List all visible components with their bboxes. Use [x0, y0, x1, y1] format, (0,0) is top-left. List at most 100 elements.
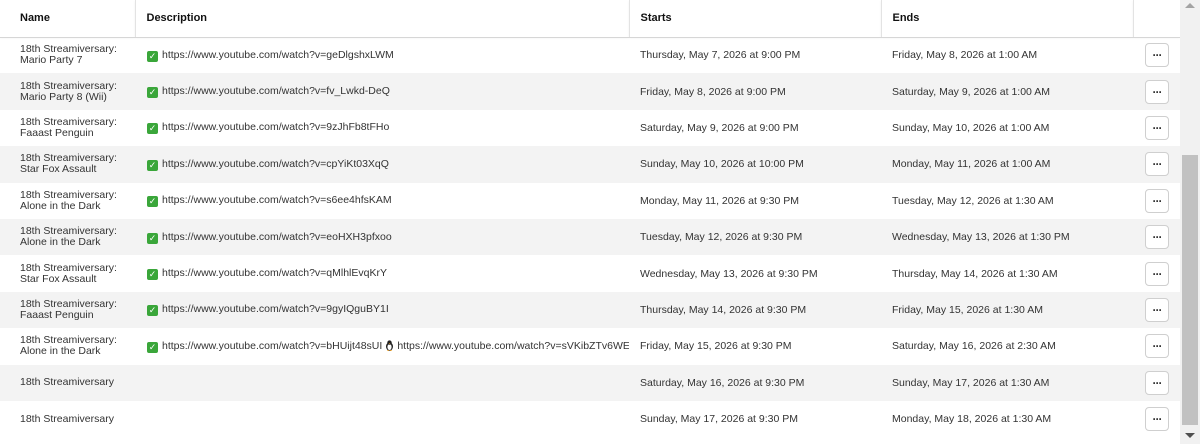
more-icon: ···: [1152, 120, 1163, 135]
cell-description: ✓ https://www.youtube.com/watch?v=9gyIQgu…: [135, 292, 629, 328]
cell-actions: ···: [1133, 146, 1180, 182]
description-link[interactable]: https://www.youtube.com/watch?v=qMlhlEvq…: [162, 267, 387, 279]
more-actions-button[interactable]: ···: [1145, 115, 1169, 140]
description-link-secondary[interactable]: https://www.youtube.com/watch?v=sVKibZTv…: [397, 340, 629, 352]
table-row[interactable]: 18th Streamiversary Saturday, May 16, 202…: [0, 364, 1180, 401]
more-actions-button[interactable]: ···: [1145, 43, 1169, 68]
check-icon: ✓: [147, 341, 158, 353]
more-actions-button[interactable]: ···: [1145, 407, 1169, 432]
scroll-up-arrow-icon[interactable]: [1185, 3, 1195, 8]
cell-actions: ···: [1133, 292, 1180, 328]
cell-starts: Friday, May 15, 2026 at 9:30 PM: [640, 340, 792, 353]
more-actions-button[interactable]: ···: [1145, 297, 1169, 322]
table-row[interactable]: 18th Streamiversary: Star Fox Assault ✓ ht…: [0, 255, 1180, 291]
cell-name: 18th Streamiversary: [20, 412, 114, 425]
more-icon: ···: [1152, 84, 1163, 99]
more-icon: ···: [1152, 48, 1163, 63]
table-row[interactable]: 18th Streamiversary: Mario Party 7 ✓ https…: [0, 37, 1180, 73]
table-row[interactable]: 18th Streamiversary: Mario Party 8 (Wii)…: [0, 73, 1180, 110]
cell-name: 18th Streamiversary: Alone in the Dark: [20, 225, 117, 249]
description-link[interactable]: https://www.youtube.com/watch?v=s6ee4hfs…: [162, 194, 392, 206]
cell-actions: ···: [1133, 365, 1180, 401]
column-header-starts[interactable]: Starts: [629, 0, 882, 38]
description-link[interactable]: https://www.youtube.com/watch?v=9gyIQguB…: [162, 303, 389, 315]
cell-description: ✓ https://www.youtube.com/watch?v=qMlhlEv…: [135, 255, 629, 291]
cell-ends: Tuesday, May 12, 2026 at 1:30 AM: [892, 194, 1054, 207]
table-row[interactable]: 18th Streamiversary: Star Fox Assault ✓ ht…: [0, 146, 1180, 183]
more-icon: ···: [1152, 375, 1163, 390]
cell-name: 18th Streamiversary: Alone in the Dark: [20, 188, 117, 212]
penguin-icon: [386, 340, 394, 351]
more-icon: ···: [1152, 266, 1163, 281]
description-link[interactable]: https://www.youtube.com/watch?v=eoHXH3pf…: [162, 231, 392, 243]
scroll-thumb[interactable]: [1182, 155, 1198, 425]
cell-actions: ···: [1133, 219, 1180, 255]
table-row[interactable]: 18th Streamiversary: Alone in the Dark ✓ h…: [0, 183, 1180, 219]
more-actions-button[interactable]: ···: [1145, 152, 1169, 177]
table-row[interactable]: 18th Streamiversary: Alone in the Dark ✓ h…: [0, 218, 1180, 256]
description-link[interactable]: https://www.youtube.com/watch?v=fv_Lwkd-…: [162, 85, 390, 97]
cell-description: ✓ https://www.youtube.com/watch?v=eoHXH3p…: [135, 219, 629, 255]
more-actions-button[interactable]: ···: [1145, 225, 1169, 250]
cell-name: 18th Streamiversary: Faaast Penguin: [20, 115, 117, 139]
cell-description: ✓ https://www.youtube.com/watch?v=bHUijt4…: [135, 328, 629, 364]
more-icon: ···: [1152, 412, 1163, 427]
description-link[interactable]: https://www.youtube.com/watch?v=geDlgshx…: [162, 49, 394, 61]
cell-ends: Friday, May 15, 2026 at 1:30 AM: [892, 303, 1043, 316]
cell-ends: Saturday, May 9, 2026 at 1:00 AM: [892, 85, 1050, 98]
cell-actions: ···: [1133, 110, 1180, 146]
column-header-name[interactable]: Name: [0, 0, 136, 38]
scroll-down-arrow-icon[interactable]: [1185, 433, 1195, 438]
cell-starts: Monday, May 11, 2026 at 9:30 PM: [640, 194, 799, 207]
description-link[interactable]: https://www.youtube.com/watch?v=bHUijt48…: [162, 340, 382, 352]
description-link[interactable]: https://www.youtube.com/watch?v=cpYiKt03…: [162, 158, 389, 170]
cell-starts: Sunday, May 17, 2026 at 9:30 PM: [640, 413, 798, 426]
cell-ends: Sunday, May 17, 2026 at 1:30 AM: [892, 376, 1050, 389]
table-row[interactable]: 18th Streamiversary Sunday, May 17, 2026 …: [0, 401, 1180, 437]
vertical-scrollbar[interactable]: [1180, 0, 1200, 444]
cell-name: 18th Streamiversary: Mario Party 8 (Wii): [20, 79, 117, 103]
cell-description: ✓ https://www.youtube.com/watch?v=geDlgsh…: [135, 37, 629, 73]
cell-name: 18th Streamiversary: Star Fox Assault: [20, 152, 117, 176]
more-icon: ···: [1152, 157, 1163, 172]
cell-starts: Friday, May 8, 2026 at 9:00 PM: [640, 85, 786, 98]
cell-description: ✓ https://www.youtube.com/watch?v=cpYiKt0…: [135, 146, 629, 182]
events-table-container: Name Description Starts Ends 18th Stream…: [0, 0, 1180, 444]
cell-actions: ···: [1133, 73, 1180, 109]
table-header: Name Description Starts Ends: [0, 0, 1180, 38]
check-icon: ✓: [147, 159, 158, 171]
column-header-ends[interactable]: Ends: [881, 0, 1134, 38]
cell-name: 18th Streamiversary: Faaast Penguin: [20, 297, 117, 321]
cell-name: 18th Streamiversary: [20, 376, 114, 389]
more-actions-button[interactable]: ···: [1145, 370, 1169, 395]
cell-actions: ···: [1133, 255, 1180, 291]
cell-ends: Sunday, May 10, 2026 at 1:00 AM: [892, 121, 1050, 134]
cell-ends: Monday, May 11, 2026 at 1:00 AM: [892, 158, 1051, 171]
cell-ends: Wednesday, May 13, 2026 at 1:30 PM: [892, 231, 1070, 244]
cell-starts: Wednesday, May 13, 2026 at 9:30 PM: [640, 267, 818, 280]
cell-description: [135, 365, 629, 401]
description-link[interactable]: https://www.youtube.com/watch?v=9zJhFb8t…: [162, 121, 389, 133]
cell-description: ✓ https://www.youtube.com/watch?v=9zJhFb8…: [135, 110, 629, 146]
table-row[interactable]: 18th Streamiversary: Faaast Penguin ✓ http…: [0, 110, 1180, 146]
table-row[interactable]: 18th Streamiversary: Alone in the Dark ✓ h…: [0, 328, 1180, 364]
check-icon: ✓: [147, 232, 158, 244]
cell-description: [135, 401, 629, 437]
column-header-description[interactable]: Description: [135, 0, 630, 38]
cell-starts: Thursday, May 14, 2026 at 9:30 PM: [640, 303, 807, 316]
cell-actions: ···: [1133, 37, 1180, 73]
table-body: 18th Streamiversary: Mario Party 7 ✓ https…: [0, 37, 1180, 437]
cell-ends: Thursday, May 14, 2026 at 1:30 AM: [892, 267, 1058, 280]
more-icon: ···: [1152, 230, 1163, 245]
table-row[interactable]: 18th Streamiversary: Faaast Penguin ✓ http…: [0, 291, 1180, 329]
more-actions-button[interactable]: ···: [1145, 188, 1169, 213]
check-icon: ✓: [147, 196, 158, 208]
cell-starts: Thursday, May 7, 2026 at 9:00 PM: [640, 49, 801, 62]
more-actions-button[interactable]: ···: [1145, 261, 1169, 286]
cell-ends: Saturday, May 16, 2026 at 2:30 AM: [892, 340, 1056, 353]
check-icon: ✓: [147, 87, 158, 99]
more-actions-button[interactable]: ···: [1145, 79, 1169, 104]
more-icon: ···: [1152, 302, 1163, 317]
events-table: Name Description Starts Ends 18th Stream…: [0, 0, 1180, 437]
more-actions-button[interactable]: ···: [1145, 334, 1169, 359]
